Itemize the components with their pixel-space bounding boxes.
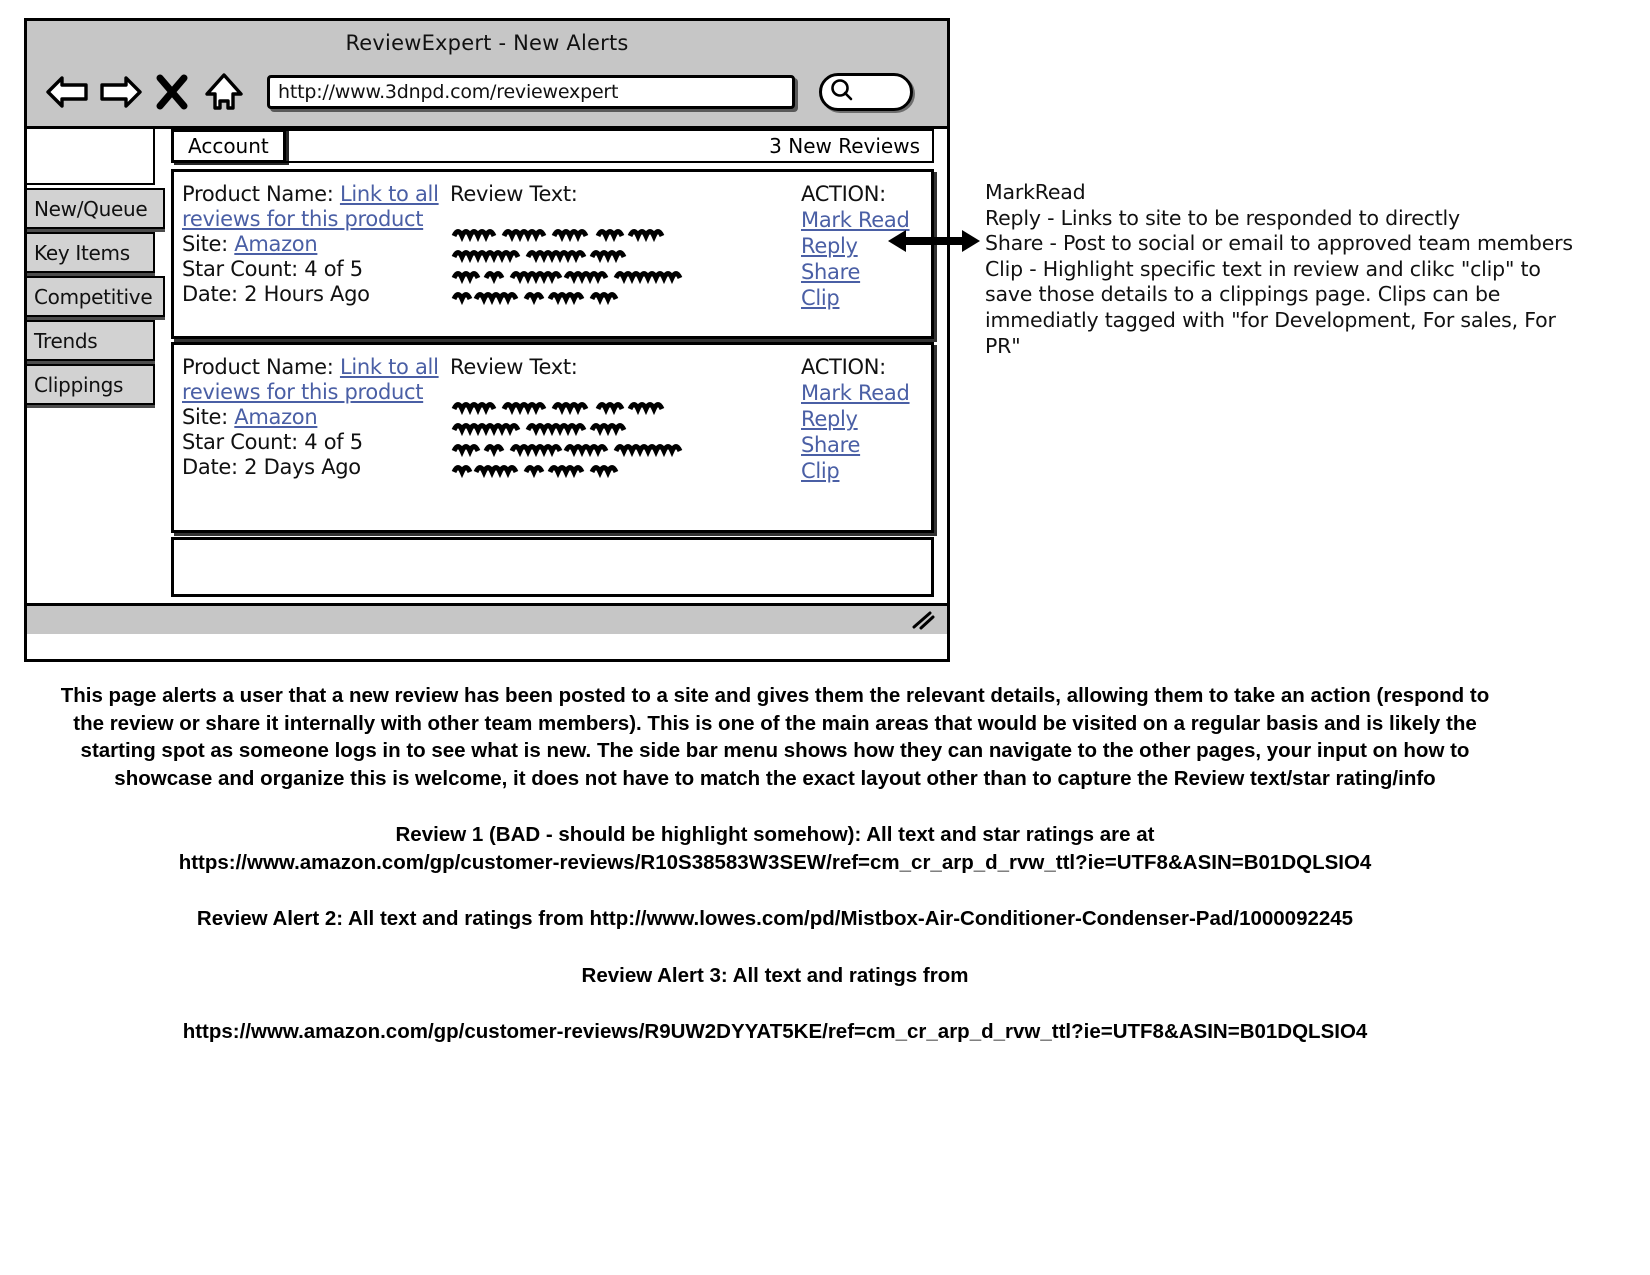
action-reply-link[interactable]: Reply	[801, 406, 931, 432]
product-name-row: Product Name: Link to all reviews for th…	[182, 182, 440, 232]
review-text-placeholder-scribbles	[450, 396, 801, 480]
sidebar-item-label: New/Queue	[34, 196, 148, 221]
search-icon	[830, 78, 854, 107]
actions-callout-annotation: MarkRead Reply - Links to site to be res…	[985, 180, 1573, 359]
date-label: Date:	[182, 455, 238, 479]
action-share-link[interactable]: Share	[801, 259, 931, 285]
product-name-label: Product Name:	[182, 182, 334, 206]
tabstrip: 3 New Reviews Account	[155, 129, 947, 164]
sidebar-item-competitive[interactable]: Competitive	[27, 276, 165, 317]
site-row: Site: Amazon	[182, 232, 440, 257]
url-text: http://www.3dnpd.com/reviewexpert	[278, 81, 619, 103]
new-reviews-count: 3 New Reviews	[769, 134, 920, 158]
site-link[interactable]: Amazon	[234, 232, 317, 256]
review-text-header: Review Text:	[450, 182, 578, 206]
date-value: 2 Hours Ago	[244, 282, 370, 306]
action-clip-link[interactable]: Clip	[801, 285, 931, 311]
action-clip-link[interactable]: Clip	[801, 458, 931, 484]
review-action-column: ACTION: Mark Read Reply Share Clip	[801, 355, 931, 530]
caption-review3-url: https://www.amazon.com/gp/customer-revie…	[182, 1020, 1368, 1043]
callout-line: PR"	[985, 333, 1021, 358]
back-arrow-icon[interactable]	[45, 70, 91, 114]
browser-toolbar: http://www.3dnpd.com/reviewexpert	[27, 63, 947, 121]
caption-description-paragraph: This page alerts a user that a new revie…	[60, 684, 1490, 790]
home-icon[interactable]	[201, 70, 247, 114]
callout-line: MarkRead	[985, 180, 1086, 204]
callout-double-arrow-icon	[888, 226, 980, 261]
caption-review2-line: Review Alert 2: All text and ratings fro…	[196, 907, 1354, 930]
caption-review1-heading: Review 1 (BAD - should be highlight some…	[395, 823, 1155, 846]
action-header: ACTION:	[801, 355, 886, 379]
tab-account[interactable]: Account	[171, 129, 286, 163]
star-count-label: Star Count:	[182, 257, 298, 281]
main-content: 3 New Reviews Account Product Name: Link…	[155, 129, 947, 634]
review-meta-column: Product Name: Link to all reviews for th…	[182, 355, 440, 530]
product-name-row: Product Name: Link to all reviews for th…	[182, 355, 440, 405]
product-name-label: Product Name:	[182, 355, 334, 379]
sidebar-item-clippings[interactable]: Clippings	[27, 364, 155, 405]
action-share-link[interactable]: Share	[801, 432, 931, 458]
window-status-bar	[27, 603, 947, 634]
review-text-column: Review Text:	[440, 355, 801, 530]
sidebar-item-label: Trends	[34, 328, 98, 353]
sidebar-item-label: Competitive	[34, 284, 153, 309]
date-value: 2 Days Ago	[244, 455, 361, 479]
site-label: Site:	[182, 232, 228, 256]
sidebar-item-new-queue[interactable]: New/Queue	[27, 188, 165, 229]
sidebar-item-key-items[interactable]: Key Items	[27, 232, 155, 273]
browser-window-mockup: ReviewExpert - New Alerts http://www.3dn…	[24, 18, 950, 662]
sidebar-item-trends[interactable]: Trends	[27, 320, 155, 361]
star-count-row: Star Count: 4 of 5	[182, 430, 440, 455]
callout-line: Share - Post to social or email to appro…	[985, 231, 1573, 256]
date-row: Date: 2 Hours Ago	[182, 282, 440, 307]
caption-review3-heading: Review Alert 3: All text and ratings fro…	[581, 963, 969, 987]
browser-chrome: ReviewExpert - New Alerts http://www.3dn…	[27, 21, 947, 129]
review-text-column: Review Text:	[440, 182, 801, 336]
tab-account-label: Account	[188, 134, 269, 158]
sidebar-item-label: Clippings	[34, 372, 124, 397]
url-input[interactable]: http://www.3dnpd.com/reviewexpert	[267, 75, 795, 109]
sidebar-logo-area	[27, 129, 155, 185]
empty-review-slot	[171, 537, 934, 597]
review-alert-card[interactable]: Product Name: Link to all reviews for th…	[171, 342, 934, 533]
resize-grip-icon[interactable]	[911, 610, 937, 637]
action-header: ACTION:	[801, 182, 886, 206]
app-page-body: New/Queue Key Items Competitive Trends C…	[27, 129, 947, 634]
review-text-placeholder-scribbles	[450, 223, 801, 307]
star-count-label: Star Count:	[182, 430, 298, 454]
star-count-value: 4 of 5	[304, 430, 363, 454]
review-meta-column: Product Name: Link to all reviews for th…	[182, 182, 440, 336]
callout-line: save those details to a clippings page. …	[985, 282, 1501, 307]
window-title: ReviewExpert - New Alerts	[345, 31, 629, 55]
forward-arrow-icon[interactable]	[97, 70, 143, 114]
search-box[interactable]	[819, 73, 913, 111]
date-label: Date:	[182, 282, 238, 306]
date-row: Date: 2 Days Ago	[182, 455, 440, 480]
review-text-header: Review Text:	[450, 355, 578, 379]
callout-line: Clip - Highlight specific text in review…	[985, 256, 1541, 281]
stop-close-x-icon[interactable]	[149, 70, 195, 114]
sidebar-nav: New/Queue Key Items Competitive Trends C…	[27, 129, 165, 405]
action-mark-read-link[interactable]: Mark Read	[801, 380, 931, 406]
star-count-value: 4 of 5	[304, 257, 363, 281]
callout-line: immediatly tagged with "for Development,…	[985, 307, 1556, 332]
caption-block: This page alerts a user that a new revie…	[55, 682, 1495, 1046]
caption-review1-url: https://www.amazon.com/gp/customer-revie…	[178, 850, 1372, 874]
site-row: Site: Amazon	[182, 405, 440, 430]
site-link[interactable]: Amazon	[234, 405, 317, 429]
callout-line: Reply - Links to site to be responded to…	[985, 205, 1460, 230]
star-count-row: Star Count: 4 of 5	[182, 257, 440, 282]
sidebar-item-label: Key Items	[34, 240, 130, 265]
site-label: Site:	[182, 405, 228, 429]
review-alert-card[interactable]: Product Name: Link to all reviews for th…	[171, 169, 934, 339]
